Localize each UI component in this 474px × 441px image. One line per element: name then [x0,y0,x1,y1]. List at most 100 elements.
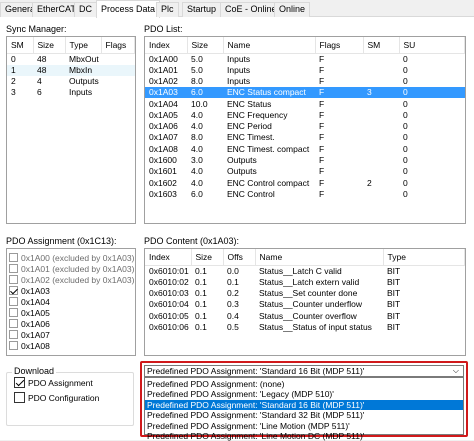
table-row[interactable]: 0x6010:04 0.1 0.3 Status__Counter underflow… [145,299,465,310]
column-header[interactable]: Name [223,37,316,54]
assignment-item[interactable]: 0x1A05 [9,307,50,318]
tab-online[interactable]: Online [274,2,311,17]
pdo-content-table[interactable]: Index Size Offs Name Type 0x6010:01 0.1 0.… [144,248,466,356]
chevron-down-icon[interactable]: ⌵ [453,366,459,376]
predefined-pdo-select[interactable]: Predefined PDO Assignment: 'Standard 16 … [144,365,464,377]
pdo-assignment-list[interactable]: 0x1A00 (excluded by 0x1A03) 0x1A01 (exclu… [6,248,136,356]
assignment-item[interactable]: 0x1A01 (excluded by 0x1A03) [9,263,134,274]
predefined-pdo-selected-value: Predefined PDO Assignment: 'Standard 16 … [147,366,365,376]
table-row[interactable]: 0x1A05 4.0 ENC Frequency F 0 [145,110,465,121]
tab-coe-online[interactable]: CoE - Online [220,2,282,17]
table-row[interactable]: 0x1A07 8.0 ENC Timest. F 0 [145,132,465,143]
assignment-item[interactable]: 0x1A07 [9,329,50,340]
sync-manager-table[interactable]: SM Size Type Flags 0 48 MbxOut 1 48 MbxIn 2 4 Ou… [6,36,136,224]
table-row[interactable]: 0x6010:02 0.1 0.1 Status__Latch extern vali… [145,277,465,288]
table-row[interactable]: 0x1A08 4.0 ENC Timest. compact F 0 [145,144,465,155]
table-cell: ENC Status [227,98,272,109]
column-header[interactable]: SM [363,37,400,54]
dropdown-option[interactable]: Predefined PDO Assignment: 'Line Motion … [145,431,463,441]
table-row[interactable]: 0x1A02 8.0 Inputs F 0 [145,76,465,87]
table-cell: Outputs [227,166,257,177]
table-cell: 0 [403,143,408,154]
table-row[interactable]: 0x1600 3.0 Outputs F 0 [145,155,465,166]
column-header[interactable]: Type [383,249,465,266]
table-row[interactable]: 3 6 Inputs [7,87,135,98]
assignment-item[interactable]: 0x1A03 [9,285,50,296]
pdo-configuration-checkbox[interactable] [14,392,25,403]
table-row[interactable]: 0x1A06 4.0 ENC Period F 0 [145,121,465,132]
table-row[interactable]: 0x1A01 5.0 Inputs F 0 [145,65,465,76]
assignment-item[interactable]: 0x1A08 [9,340,50,351]
column-header[interactable]: SM [7,37,34,54]
assignment-checkbox[interactable] [9,308,18,317]
assignment-checkbox[interactable] [9,286,18,295]
table-cell [101,53,135,65]
tab-plc[interactable]: Plc [156,2,179,17]
table-cell: 0x6010:03 [149,287,189,298]
table-row[interactable]: 0x1602 4.0 ENC Control compact F 2 0 [145,177,465,188]
table-cell: 0x1600 [149,155,177,166]
table-row[interactable]: 0x6010:01 0.1 0.0 Status__Latch C valid BIT [145,265,465,277]
assignment-item[interactable]: 0x1A04 [9,296,50,307]
table-cell: 0.1 [195,265,207,276]
table-cell: 0 [403,155,408,166]
assignment-checkbox[interactable] [9,264,18,273]
table-row[interactable]: 0x6010:05 0.1 0.4 Status__Counter overflow B… [145,310,465,321]
table-cell: 0.1 [227,276,239,287]
table-cell: 0.1 [195,287,207,298]
pdo-list-table[interactable]: Index Size Name Flags SM SU 0x1A00 5.0 Inp… [144,36,466,224]
dropdown-option[interactable]: Predefined PDO Assignment: 'Standard 32 … [145,410,463,420]
assignment-checkbox[interactable] [9,253,18,262]
assignment-checkbox[interactable] [9,275,18,284]
column-header[interactable]: Offs [223,249,256,266]
pdo-assignment-checkbox[interactable] [14,377,25,388]
table-cell: F [319,143,325,154]
dropdown-option[interactable]: Predefined PDO Assignment: (none) [145,379,463,389]
table-cell: 0x6010:02 [149,276,189,287]
table-row[interactable]: 0x1603 6.0 ENC Control F 0 [145,189,465,200]
table-row[interactable]: 2 4 Outputs [7,76,135,87]
table-cell: 2 [367,177,372,188]
pdo-assignment-checkbox-row[interactable]: PDO Assignment [14,377,93,388]
table-cell: 3.0 [191,155,203,166]
table-cell: 0 [403,188,408,199]
column-header[interactable]: Flags [101,37,135,54]
table-cell: 5.0 [191,53,203,64]
assignment-item[interactable]: 0x1A06 [9,318,50,329]
column-header[interactable]: Size [33,37,66,54]
column-header[interactable]: SU [399,37,465,54]
column-header[interactable]: Size [187,37,224,54]
assignment-item[interactable]: 0x1A02 (excluded by 0x1A03) [9,274,134,285]
column-header[interactable]: Index [145,249,192,266]
table-row[interactable]: 0 48 MbxOut [7,53,135,65]
table-cell: Status__Latch C valid [259,265,342,276]
dropdown-option[interactable]: Predefined PDO Assignment: 'Line Motion … [145,421,463,431]
table-cell: 0x1A05 [149,109,178,120]
assignment-item[interactable]: 0x1A00 (excluded by 0x1A03) [9,252,134,263]
column-header[interactable]: Size [191,249,224,266]
dropdown-option[interactable]: Predefined PDO Assignment: 'Legacy (MDP … [145,389,463,399]
table-cell [101,76,135,87]
table-cell: BIT [387,265,401,276]
column-header[interactable]: Index [145,37,188,54]
assignment-checkbox[interactable] [9,341,18,350]
tab-dc[interactable]: DC [74,2,97,17]
column-header[interactable]: Type [65,37,102,54]
table-row[interactable]: 0x1601 4.0 Outputs F 0 [145,166,465,177]
table-row[interactable]: 0x1A00 5.0 Inputs F 0 [145,53,465,65]
pdo-configuration-checkbox-row[interactable]: PDO Configuration [14,392,99,403]
table-cell [363,53,399,65]
assignment-checkbox[interactable] [9,297,18,306]
assignment-checkbox[interactable] [9,319,18,328]
table-row[interactable]: 0x1A03 6.0 ENC Status compact F 3 0 [145,87,465,99]
table-row[interactable]: 0x6010:06 0.1 0.5 Status__Status of input s… [145,322,465,333]
tab-startup[interactable]: Startup [182,2,222,17]
assignment-checkbox[interactable] [9,330,18,339]
column-header[interactable]: Flags [315,37,364,54]
table-row[interactable]: 0x1A04 10.0 ENC Status F 0 [145,98,465,109]
table-row[interactable]: 1 48 MbxIn [7,64,135,76]
tab-process-data[interactable]: Process Data [96,0,161,18]
column-header[interactable]: Name [255,249,384,266]
table-row[interactable]: 0x6010:03 0.1 0.2 Status__Set counter done B… [145,288,465,299]
dropdown-option[interactable]: Predefined PDO Assignment: 'Standard 16 … [145,399,463,411]
